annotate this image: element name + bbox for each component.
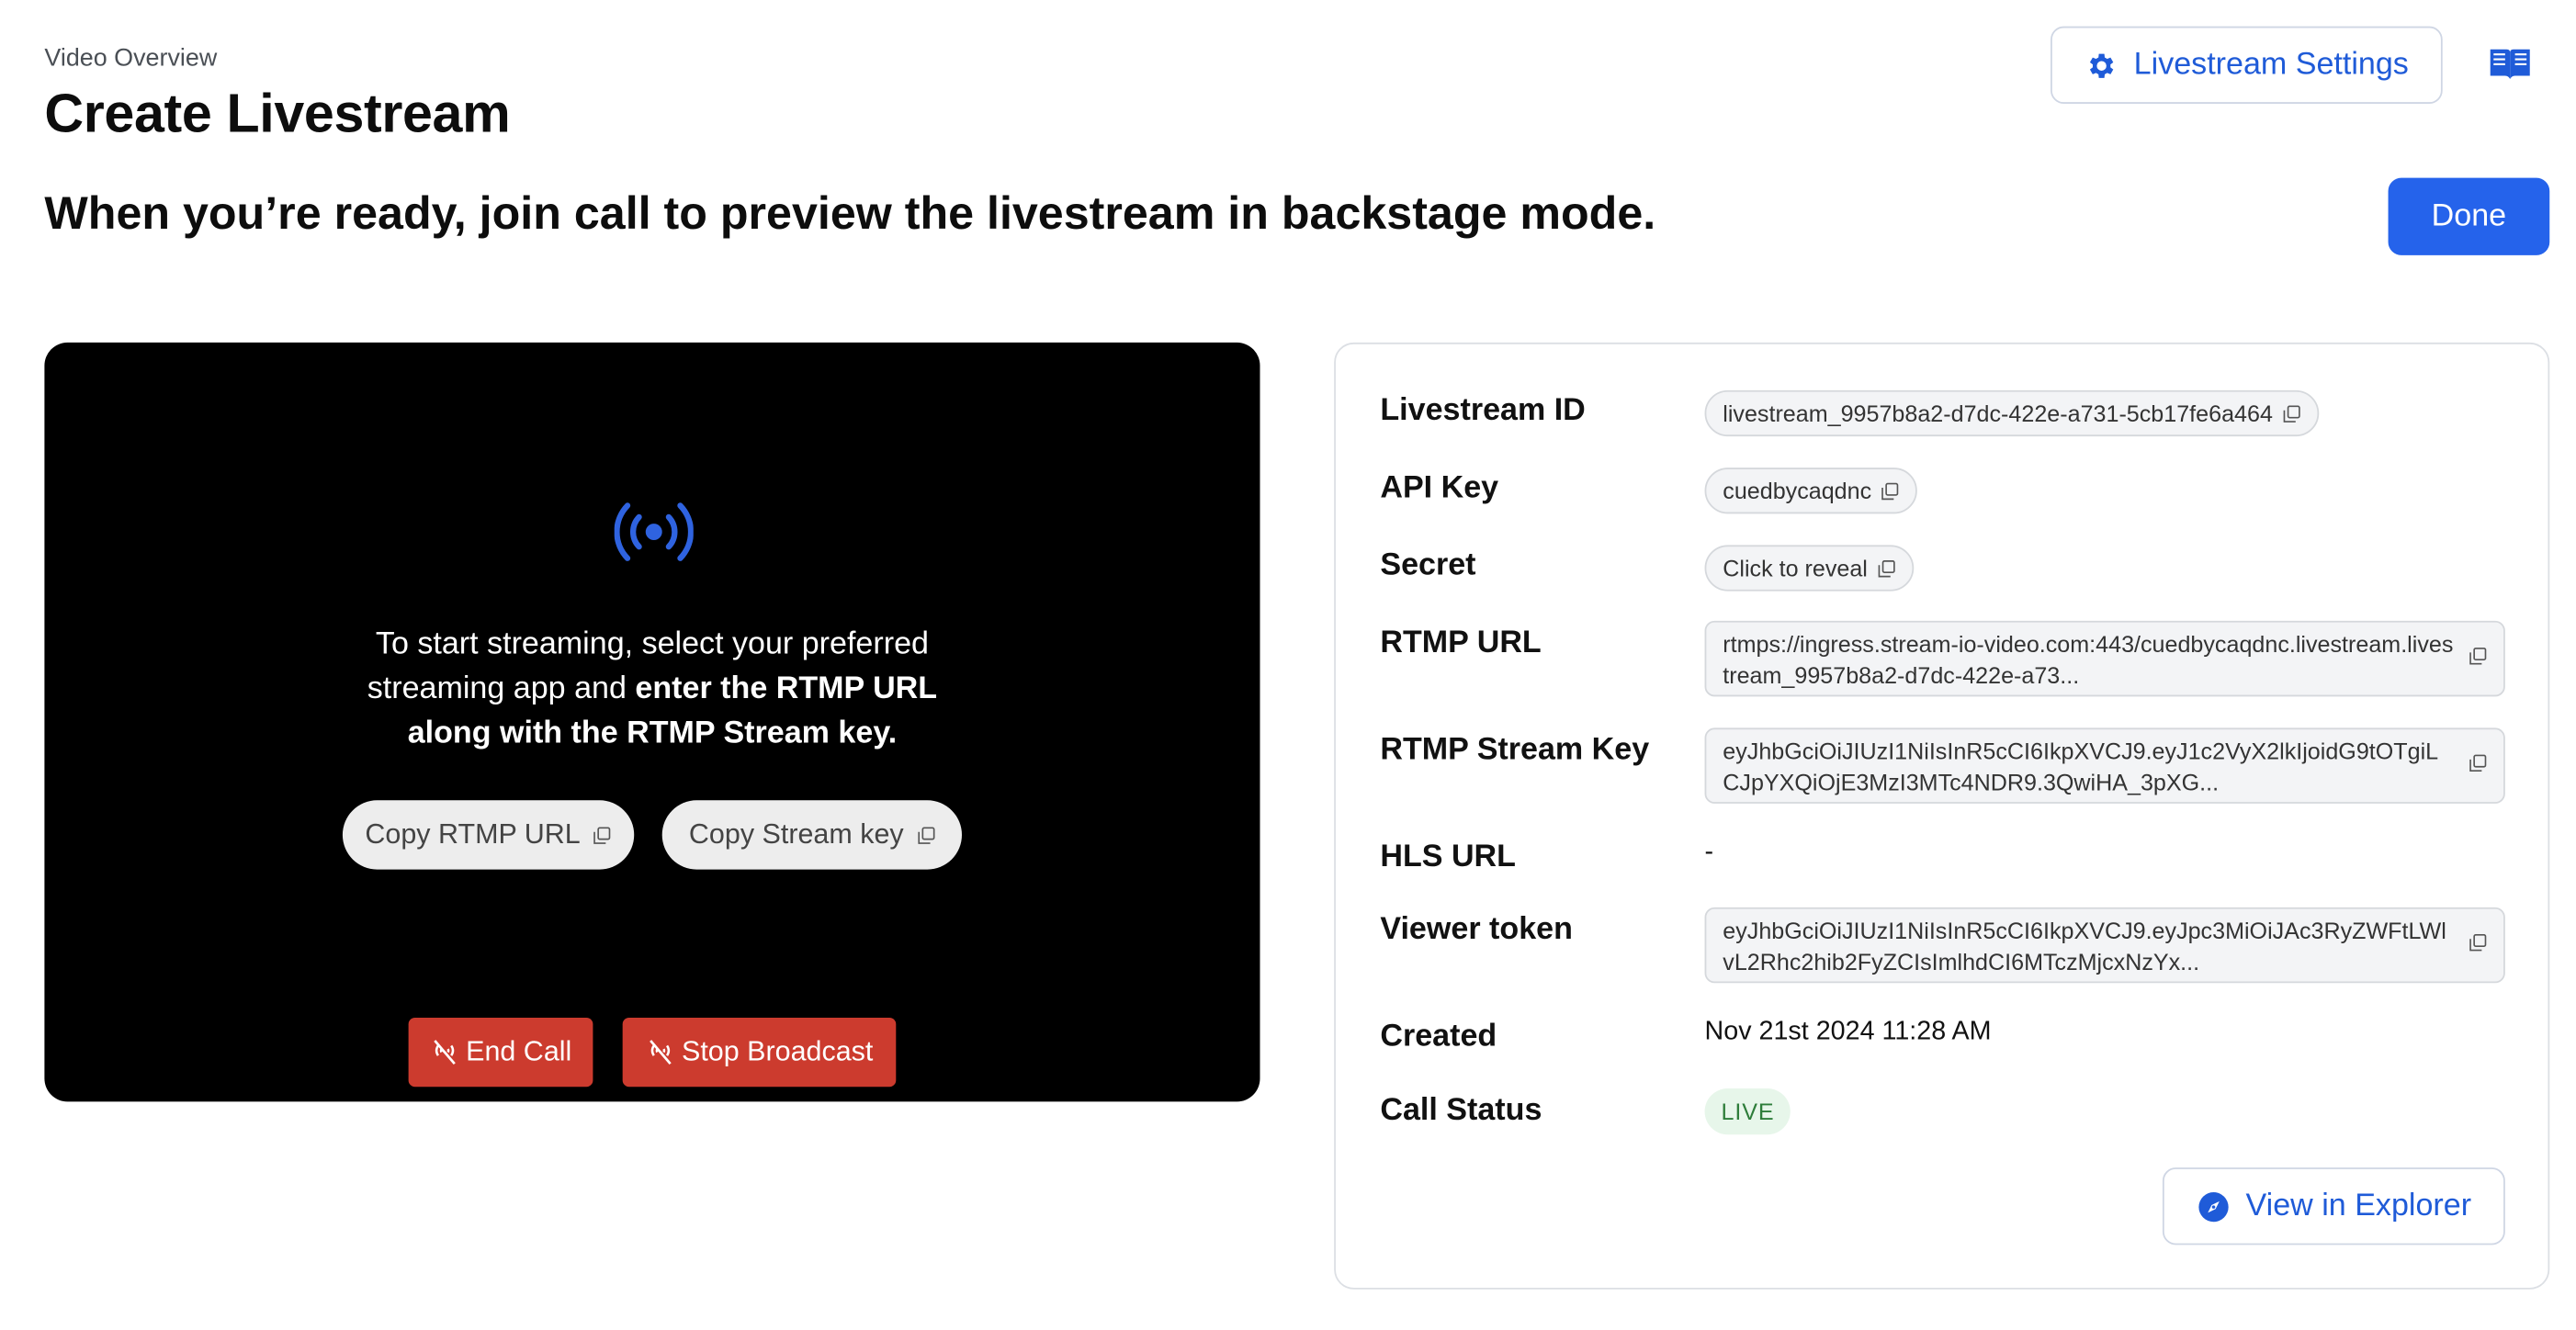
viewer-token-box[interactable]: eyJhbGciOiJIUzI1NiIsInR5cCI6IkpXVCJ9.eyJ… bbox=[1704, 907, 2505, 984]
copy-rtmp-url-label: Copy RTMP URL bbox=[365, 818, 581, 851]
rtmp-stream-key-label: RTMP Stream Key bbox=[1380, 732, 1650, 768]
copy-icon bbox=[917, 826, 934, 843]
copy-stream-key-button[interactable]: Copy Stream key bbox=[661, 800, 962, 870]
stream-preview: To start streaming, select your preferre… bbox=[44, 342, 1260, 1102]
copy-icon[interactable] bbox=[2469, 648, 2487, 666]
livestream-settings-label: Livestream Settings bbox=[2133, 47, 2409, 82]
done-button[interactable]: Done bbox=[2388, 177, 2550, 255]
copy-icon bbox=[1878, 559, 1895, 577]
rtmp-url-value: rtmps://ingress.stream-io-video.com:443/… bbox=[1723, 630, 2454, 689]
rtmp-stream-key-box[interactable]: eyJhbGciOiJIUzI1NiIsInR5cCI6IkpXVCJ9.eyJ… bbox=[1704, 727, 2505, 804]
copy-icon[interactable] bbox=[2469, 754, 2487, 772]
copy-rtmp-url-button[interactable]: Copy RTMP URL bbox=[342, 800, 635, 870]
call-off-icon bbox=[649, 1040, 672, 1065]
viewer-token-label: Viewer token bbox=[1380, 912, 1573, 947]
copy-icon bbox=[1881, 481, 1899, 500]
breadcrumb[interactable]: Video Overview bbox=[44, 44, 217, 72]
view-in-explorer-label: View in Explorer bbox=[2245, 1188, 2472, 1223]
end-call-button[interactable]: End Call bbox=[408, 1017, 593, 1088]
copy-stream-key-label: Copy Stream key bbox=[688, 818, 904, 851]
copy-icon bbox=[2283, 404, 2300, 423]
livestream-details-panel: Livestream ID livestream_9957b8a2-d7dc-4… bbox=[1334, 342, 2550, 1290]
streaming-instructions: To start streaming, select your preferre… bbox=[341, 623, 964, 756]
gear-icon bbox=[2089, 52, 2113, 77]
rtmp-stream-key-value: eyJhbGciOiJIUzI1NiIsInR5cCI6IkpXVCJ9.eyJ… bbox=[1723, 738, 2439, 795]
compass-icon bbox=[2198, 1191, 2228, 1222]
copy-icon bbox=[593, 826, 611, 843]
page: Video Overview Create Livestream Livestr… bbox=[0, 0, 2576, 1317]
call-off-icon bbox=[434, 1040, 456, 1065]
broadcast-icon bbox=[614, 502, 694, 561]
call-status-label: Call Status bbox=[1380, 1093, 1542, 1129]
livestream-settings-button[interactable]: Livestream Settings bbox=[2051, 26, 2443, 104]
created-value: Nov 21st 2024 11:28 AM bbox=[1704, 1017, 1992, 1046]
secret-reveal-chip[interactable]: Click to reveal bbox=[1704, 545, 1915, 592]
instructions-heading: When you’re ready, join call to preview … bbox=[44, 187, 1656, 239]
stop-broadcast-button[interactable]: Stop Broadcast bbox=[622, 1017, 897, 1088]
rtmp-url-box[interactable]: rtmps://ingress.stream-io-video.com:443/… bbox=[1704, 620, 2505, 697]
view-in-explorer-button[interactable]: View in Explorer bbox=[2162, 1167, 2505, 1245]
status-badge: LIVE bbox=[1704, 1088, 1791, 1135]
viewer-token-value: eyJhbGciOiJIUzI1NiIsInR5cCI6IkpXVCJ9.eyJ… bbox=[1723, 917, 2446, 975]
page-title: Create Livestream bbox=[44, 82, 511, 143]
created-label: Created bbox=[1380, 1019, 1497, 1054]
livestream-id-chip[interactable]: livestream_9957b8a2-d7dc-422e-a731-5cb17… bbox=[1704, 389, 2320, 437]
api-key-chip[interactable]: cuedbycaqdnc bbox=[1704, 468, 1918, 514]
api-key-value: cuedbycaqdnc bbox=[1723, 477, 1872, 504]
secret-value: Click to reveal bbox=[1723, 555, 1868, 581]
book-icon[interactable] bbox=[2487, 43, 2533, 86]
rtmp-url-label: RTMP URL bbox=[1380, 626, 1542, 660]
stop-broadcast-label: Stop Broadcast bbox=[681, 1035, 874, 1067]
livestream-id-value: livestream_9957b8a2-d7dc-422e-a731-5cb17… bbox=[1723, 400, 2273, 427]
secret-label: Secret bbox=[1380, 548, 1476, 583]
livestream-id-label: Livestream ID bbox=[1380, 393, 1586, 429]
api-key-label: API Key bbox=[1380, 470, 1499, 506]
copy-icon[interactable] bbox=[2469, 934, 2487, 952]
hls-url-label: HLS URL bbox=[1380, 840, 1516, 874]
hls-url-value: - bbox=[1704, 838, 1714, 867]
end-call-label: End Call bbox=[466, 1035, 572, 1067]
